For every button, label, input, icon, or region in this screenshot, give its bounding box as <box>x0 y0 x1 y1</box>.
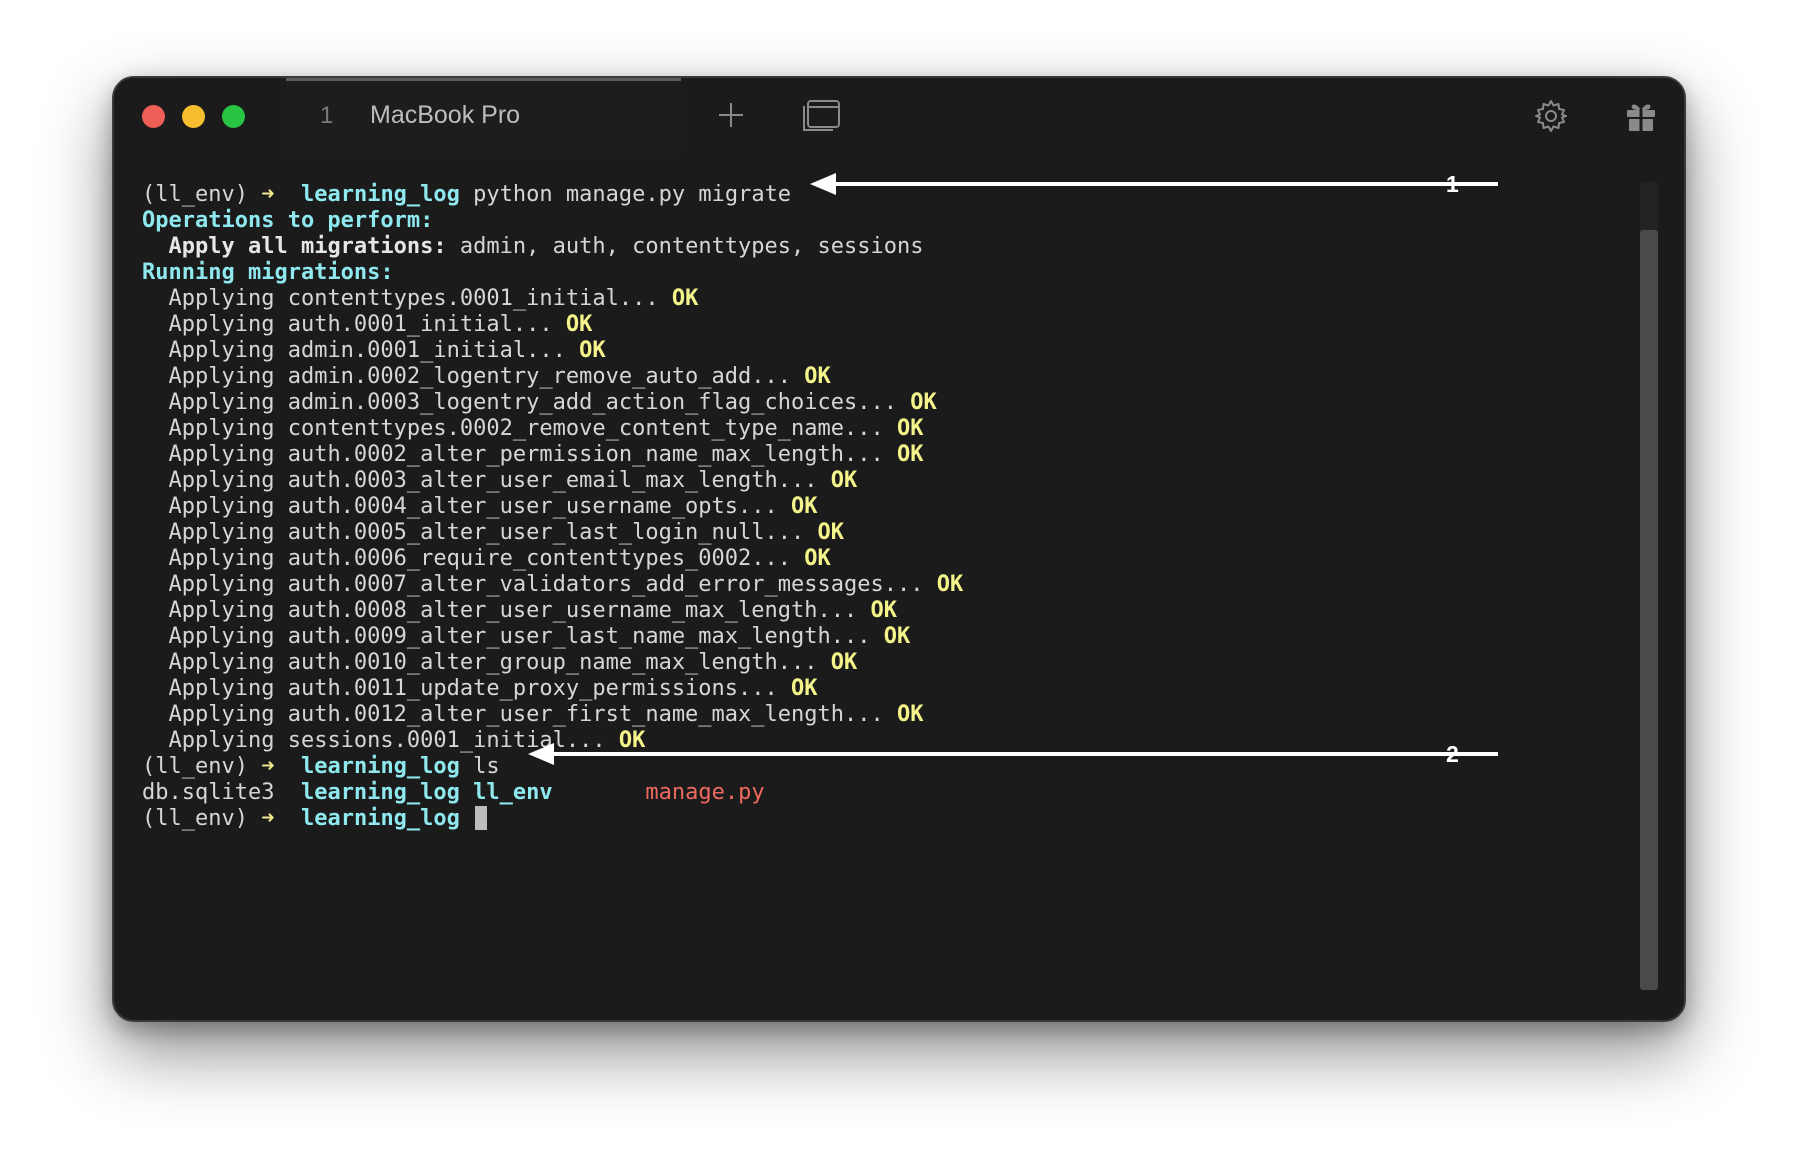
migration-text: Applying auth.0005_alter_user_last_login… <box>168 520 805 545</box>
migration-status: OK <box>791 676 818 701</box>
ls-file-manage-py: manage.py <box>645 780 765 805</box>
gift-icon[interactable] <box>1624 99 1658 137</box>
gear-icon[interactable] <box>1534 99 1568 137</box>
window-overview-icon[interactable] <box>802 97 842 137</box>
tab-number: 1 <box>320 102 334 129</box>
migration-text: Applying auth.0011_update_proxy_permissi… <box>168 676 778 701</box>
apply-all-value: admin, auth, contenttypes, sessions <box>459 234 924 259</box>
migration-text: Applying auth.0010_alter_group_name_max_… <box>168 650 818 675</box>
scrollbar-track[interactable] <box>1640 182 1658 990</box>
zoom-button[interactable] <box>222 105 245 128</box>
prompt-line-current: (ll_env) ➜ learning_log <box>142 806 1622 832</box>
annotation-arrow-2 <box>528 743 1498 765</box>
migration-status: OK <box>671 286 699 311</box>
running-migrations-heading: Running migrations: <box>142 260 394 285</box>
apply-all-label: Apply all migrations: <box>168 234 447 259</box>
migration-status: OK <box>791 494 818 519</box>
migration-status: OK <box>830 468 858 493</box>
migration-text: Applying auth.0009_alter_user_last_name_… <box>168 624 871 649</box>
migration-text: Applying auth.0001_initial... <box>168 312 553 337</box>
prompt-arrow: ➜ <box>261 754 275 779</box>
migration-line: Applying contenttypes.0002_remove_conten… <box>142 416 1622 442</box>
migration-text: Applying auth.0006_require_contenttypes_… <box>168 546 792 571</box>
title-bar: 1 MacBook Pro <box>114 78 1684 154</box>
migration-status: OK <box>897 416 924 441</box>
prompt-arrow: ➜ <box>261 182 275 207</box>
migrations-list: Applying contenttypes.0001_initial... OK… <box>142 286 1622 754</box>
new-tab-plus-icon[interactable] <box>716 100 746 134</box>
command-text: ls <box>473 754 500 779</box>
migration-status: OK <box>804 546 831 571</box>
minimize-button[interactable] <box>182 105 205 128</box>
text-cursor <box>475 806 488 830</box>
migration-line: Applying auth.0004_alter_user_username_o… <box>142 494 1622 520</box>
migration-text: Applying auth.0004_alter_user_username_o… <box>168 494 778 519</box>
scrollbar-thumb[interactable] <box>1640 230 1658 990</box>
migration-status: OK <box>897 442 924 467</box>
migration-line: Applying auth.0003_alter_user_email_max_… <box>142 468 1622 494</box>
migration-status: OK <box>830 650 858 675</box>
migration-line: Applying auth.0009_alter_user_last_name_… <box>142 624 1622 650</box>
migration-line: Applying auth.0005_alter_user_last_login… <box>142 520 1622 546</box>
ls-file-db: db.sqlite3 <box>142 780 275 805</box>
migration-text: Applying contenttypes.0001_initial... <box>168 286 659 311</box>
migration-status: OK <box>870 598 898 623</box>
annotation-arrow-1 <box>810 173 1498 195</box>
terminal-window: 1 MacBook Pro (ll_env) ➜ learning_log py… <box>112 76 1686 1022</box>
ls-dir-learning-log: learning_log <box>300 780 460 805</box>
migration-line: Applying auth.0011_update_proxy_permissi… <box>142 676 1622 702</box>
migration-text: Applying auth.0002_alter_permission_name… <box>168 442 884 467</box>
migration-text: Applying auth.0008_alter_user_username_m… <box>168 598 858 623</box>
command-text: python manage.py migrate <box>473 182 792 207</box>
migration-status: OK <box>804 364 831 389</box>
tab-title: MacBook Pro <box>370 101 521 129</box>
ls-output-line: db.sqlite3 learning_log ll_env manage.py <box>142 780 1622 806</box>
migration-status: OK <box>897 702 924 727</box>
tab-macbook-pro[interactable]: 1 MacBook Pro <box>286 78 681 154</box>
migration-status: OK <box>936 572 964 597</box>
migration-line: Applying auth.0006_require_contenttypes_… <box>142 546 1622 572</box>
migration-text: Applying admin.0001_initial... <box>168 338 566 363</box>
migration-line: Applying auth.0008_alter_user_username_m… <box>142 598 1622 624</box>
terminal-output[interactable]: (ll_env) ➜ learning_log python manage.py… <box>142 182 1622 902</box>
migration-line: Applying admin.0001_initial... OK <box>142 338 1622 364</box>
prompt-arrow: ➜ <box>261 806 275 831</box>
migration-line: Applying auth.0002_alter_permission_name… <box>142 442 1622 468</box>
migration-status: OK <box>565 312 593 337</box>
close-button[interactable] <box>142 105 165 128</box>
env-label: (ll_env) <box>142 182 248 207</box>
migration-status: OK <box>579 338 606 363</box>
migration-line: Applying contenttypes.0001_initial... OK <box>142 286 1622 312</box>
annotation-number-2: 2 <box>1446 741 1459 767</box>
apply-all-line: Apply all migrations: admin, auth, conte… <box>142 234 1622 260</box>
migration-text: Applying auth.0003_alter_user_email_max_… <box>168 468 818 493</box>
migration-text: Applying contenttypes.0002_remove_conten… <box>168 416 884 441</box>
migration-line: Applying admin.0003_logentry_add_action_… <box>142 390 1622 416</box>
migration-text: Applying admin.0002_logentry_remove_auto… <box>168 364 792 389</box>
cwd-label: learning_log <box>300 806 460 831</box>
migration-line: Applying auth.0007_alter_validators_add_… <box>142 572 1622 598</box>
migration-line: Applying auth.0012_alter_user_first_name… <box>142 702 1622 728</box>
env-label: (ll_env) <box>142 754 248 779</box>
migration-status: OK <box>817 520 845 545</box>
migration-text: Applying auth.0012_alter_user_first_name… <box>168 702 884 727</box>
cwd-label: learning_log <box>300 754 460 779</box>
env-label: (ll_env) <box>142 806 248 831</box>
ls-dir-ll-env: ll_env <box>473 780 553 805</box>
migration-line: Applying auth.0010_alter_group_name_max_… <box>142 650 1622 676</box>
migration-text: Applying auth.0007_alter_validators_add_… <box>168 572 924 597</box>
migration-status: OK <box>883 624 911 649</box>
migration-line: Applying auth.0001_initial... OK <box>142 312 1622 338</box>
cwd-label: learning_log <box>300 182 460 207</box>
migration-text: Applying admin.0003_logentry_add_action_… <box>168 390 897 415</box>
migration-status: OK <box>910 390 937 415</box>
annotation-number-1: 1 <box>1446 171 1459 197</box>
operations-heading: Operations to perform: <box>142 208 434 233</box>
migration-line: Applying admin.0002_logentry_remove_auto… <box>142 364 1622 390</box>
